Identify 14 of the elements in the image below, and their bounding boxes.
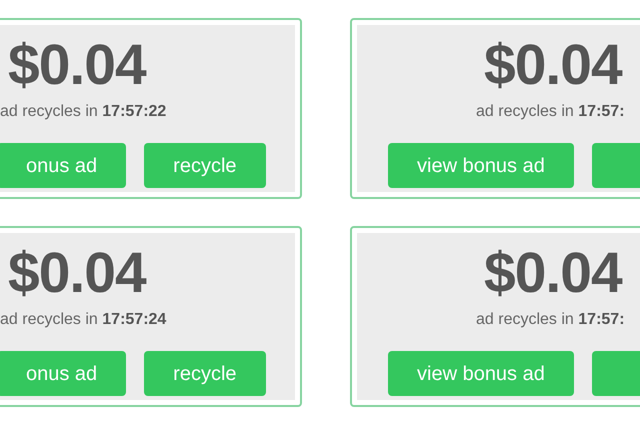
- action-button[interactable]: view bonus ad: [388, 351, 574, 396]
- amount: $0.04: [7, 241, 146, 305]
- action-button[interactable]: recycle: [144, 351, 266, 396]
- action-button[interactable]: onus ad: [0, 143, 126, 188]
- action-button[interactable]: onus ad: [0, 351, 126, 396]
- countdown-text: ad recycles in 17:57:22: [0, 102, 166, 122]
- countdown-text: ad recycles in 17:57:: [476, 310, 625, 330]
- amount: $0.04: [483, 241, 622, 305]
- action-button[interactable]: recycle: [144, 143, 266, 188]
- action-button[interactable]: view bonus ad: [388, 143, 574, 188]
- amount: $0.04: [7, 33, 146, 97]
- countdown-text: ad recycles in 17:57:: [476, 102, 625, 122]
- amount: $0.04: [483, 33, 622, 97]
- countdown-text: ad recycles in 17:57:24: [0, 310, 166, 330]
